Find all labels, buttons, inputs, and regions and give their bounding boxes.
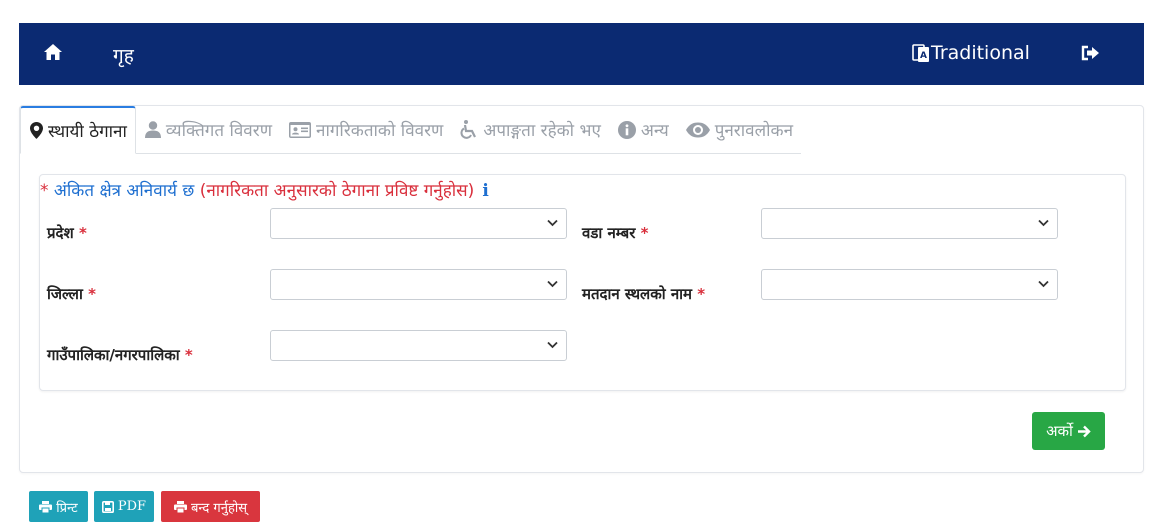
wheelchair-icon <box>460 120 477 139</box>
tab-other[interactable]: अन्य <box>608 106 677 154</box>
save-icon <box>101 500 114 513</box>
print-icon <box>173 500 187 513</box>
district-label: जिल्ला * <box>47 285 96 303</box>
chevron-down-icon <box>1038 280 1049 288</box>
chevron-down-icon <box>547 219 558 227</box>
address-form: * अंकित क्षेत्र अनिवार्य छ (नागरिकता अनु… <box>39 174 1126 391</box>
notice-hint-text: (नागरिकता अनुसारको ठेगाना प्रविष्ट गर्नु… <box>194 181 475 201</box>
tab-label: अपाङ्गता रहेको भए <box>483 121 601 141</box>
home-link[interactable]: गृह <box>113 42 134 68</box>
province-label: प्रदेश * <box>47 224 87 242</box>
tab-citizenship-details[interactable]: नागरिकताको विवरण <box>280 106 452 154</box>
id-card-icon <box>289 121 312 138</box>
tab-label: अन्य <box>640 121 669 141</box>
arrow-right-icon <box>1077 425 1091 437</box>
tab-label: स्थायी ठेगाना <box>48 122 127 142</box>
chevron-down-icon <box>1038 219 1049 227</box>
municipality-label: गाउँपालिका/नगरपालिका * <box>47 346 193 364</box>
top-navbar: गृह A Traditional <box>19 23 1144 85</box>
language-toggle[interactable]: A Traditional <box>912 42 1030 64</box>
tab-permanent-address[interactable]: स्थायी ठेगाना <box>20 106 136 154</box>
info-circle-icon <box>617 120 636 139</box>
district-select[interactable] <box>270 269 567 300</box>
eye-icon <box>685 122 710 137</box>
tab-disability[interactable]: अपाङ्गता रहेको भए <box>451 106 609 154</box>
user-icon <box>144 121 161 138</box>
tab-bar: स्थायी ठेगाना व्यक्तिगत विवरण नागरिकताको… <box>20 106 802 154</box>
language-label: Traditional <box>931 42 1030 64</box>
ward-label: वडा नम्बर * <box>582 224 649 242</box>
ward-select[interactable] <box>761 208 1058 239</box>
polling-station-select[interactable] <box>761 269 1058 300</box>
close-button[interactable]: बन्द गर्नुहोस् <box>161 491 260 522</box>
info-icon[interactable]: i <box>482 181 488 201</box>
language-icon: A <box>912 44 929 62</box>
logout-icon[interactable] <box>1081 45 1100 65</box>
tab-review[interactable]: पुनरावलोकन <box>676 106 802 154</box>
chevron-down-icon <box>547 341 558 349</box>
map-marker-icon <box>30 122 43 139</box>
form-card: स्थायी ठेगाना व्यक्तिगत विवरण नागरिकताको… <box>19 105 1144 473</box>
chevron-down-icon <box>547 280 558 288</box>
home-icon[interactable] <box>43 43 63 63</box>
tab-label: पुनरावलोकन <box>714 121 794 141</box>
municipality-select[interactable] <box>270 330 567 361</box>
province-select[interactable] <box>270 208 567 239</box>
required-notice: * अंकित क्षेत्र अनिवार्य छ (नागरिकता अनु… <box>40 181 489 201</box>
pdf-button[interactable]: PDF <box>94 491 154 522</box>
tab-label: व्यक्तिगत विवरण <box>165 121 273 141</box>
next-button[interactable]: अर्को <box>1032 412 1105 450</box>
notice-required-text: अंकित क्षेत्र अनिवार्य छ <box>48 181 195 201</box>
tab-label: नागरिकताको विवरण <box>316 121 444 141</box>
print-button[interactable]: प्रिन्ट <box>29 491 88 522</box>
polling-station-label: मतदान स्थलको नाम * <box>582 285 706 303</box>
print-icon <box>39 500 53 513</box>
svg-text:A: A <box>920 51 927 61</box>
tab-personal-details[interactable]: व्यक्तिगत विवरण <box>135 106 281 154</box>
